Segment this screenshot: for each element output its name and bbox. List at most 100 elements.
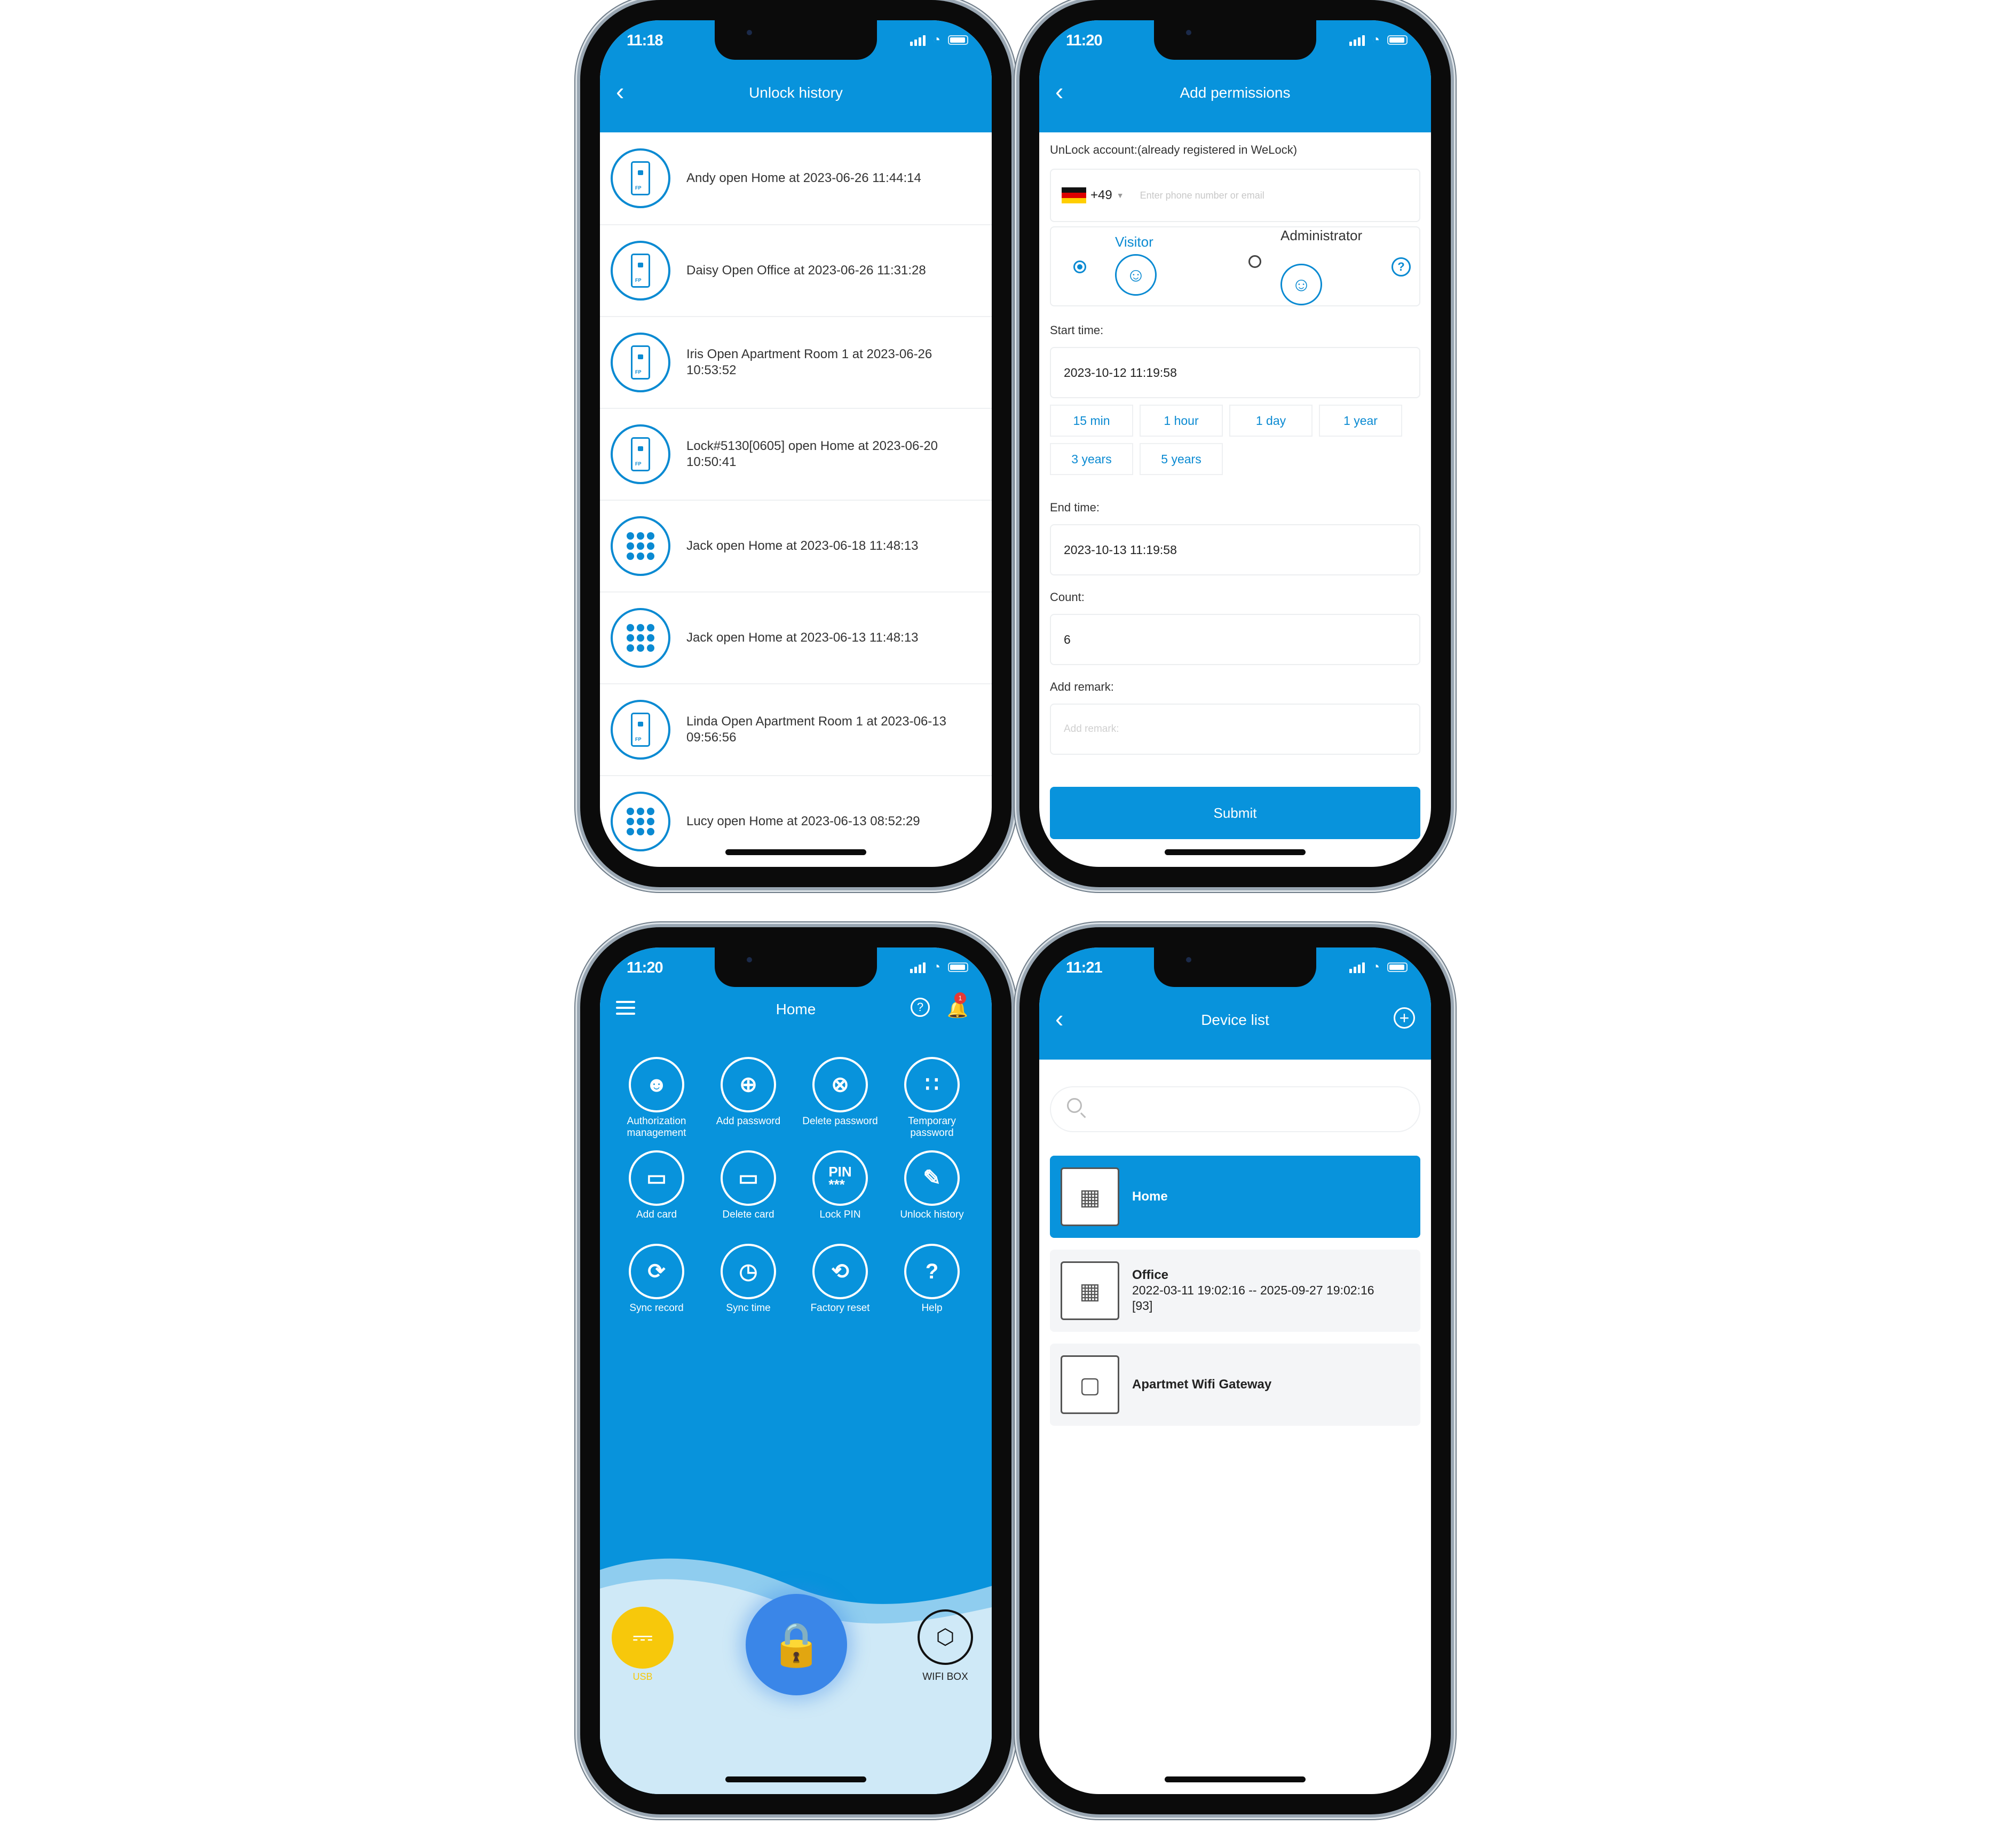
tile-factory-reset[interactable]: ⟲ Factory reset [794, 1244, 886, 1332]
screen-add-permissions: ‹ Add permissions 11:20 ◔ UnLock account… [1039, 20, 1431, 867]
visitor-radio[interactable] [1073, 260, 1086, 273]
tile-temporary-password[interactable]: ∷ Temporary password [886, 1057, 978, 1145]
device-count: [93] [1132, 1299, 1153, 1313]
country-code-select[interactable]: +49 [1090, 188, 1112, 203]
lock-device-image: ▦ [1061, 1167, 1119, 1226]
status-time: 11:21 [1066, 959, 1103, 976]
duration-1year-button[interactable]: 1 year [1319, 405, 1402, 437]
battery-icon [948, 962, 968, 972]
help-icon: ? [904, 1244, 960, 1299]
tile-label: Sync record [629, 1302, 684, 1314]
list-item[interactable]: Lock#5130[0605] open Home at 2023-06-20 … [600, 408, 992, 500]
search-input[interactable] [1050, 1086, 1420, 1132]
home-indicator[interactable] [725, 849, 866, 855]
status-time: 11:20 [627, 959, 663, 976]
help-chat-icon[interactable]: ? [911, 998, 930, 1017]
delete-password-icon: ⊗ [812, 1057, 868, 1112]
phone-add-permissions: ‹ Add permissions 11:20 ◔ UnLock account… [1019, 0, 1451, 887]
add-device-icon[interactable]: + [1394, 1007, 1415, 1029]
add-password-icon: ⊕ [721, 1057, 776, 1112]
admin-user-icon[interactable]: ☺ [1280, 264, 1322, 305]
count-label: Count: [1050, 590, 1085, 604]
usb-button[interactable]: ⎓ [612, 1607, 674, 1669]
wifi-box-icon: ⬡ [936, 1625, 955, 1649]
duration-1hour-button[interactable]: 1 hour [1140, 405, 1223, 437]
list-item[interactable]: Daisy Open Office at 2023-06-26 11:31:28 [600, 224, 992, 316]
history-text: Jack open Home at 2023-06-13 11:48:13 [686, 630, 919, 645]
wifi-box-button[interactable]: ⬡ [918, 1609, 973, 1665]
phone-home: 11:20 ◔ Home ? 🔔 1 ☻ Authorization manage… [580, 927, 1011, 1814]
duration-15min-button[interactable]: 15 min [1050, 405, 1133, 437]
chevron-down-icon[interactable]: ▼ [1117, 191, 1124, 200]
home-indicator[interactable] [1165, 1776, 1306, 1782]
duration-5years-button[interactable]: 5 years [1140, 443, 1223, 475]
germany-flag-icon[interactable] [1062, 187, 1086, 203]
tile-sync-time[interactable]: ◷ Sync time [702, 1244, 794, 1332]
door-fingerprint-icon [611, 333, 670, 392]
device-name: Apartmet Wifi Gateway [1132, 1377, 1272, 1392]
door-fingerprint-icon [611, 241, 670, 301]
duration-3years-button[interactable]: 3 years [1050, 443, 1133, 475]
list-item[interactable]: Andy open Home at 2023-06-26 11:44:14 [600, 132, 992, 224]
door-fingerprint-icon [611, 424, 670, 484]
usb-label: USB [633, 1671, 653, 1682]
tile-unlock-history[interactable]: ✎ Unlock history [886, 1150, 978, 1238]
history-icon: ✎ [904, 1150, 960, 1206]
battery-icon [948, 35, 968, 45]
tile-add-card[interactable]: ▭ Add card [611, 1150, 702, 1238]
lock-key-icon: 🔒 [770, 1621, 823, 1668]
tile-help[interactable]: ? Help [886, 1244, 978, 1332]
device-name: Home [1132, 1189, 1168, 1204]
tile-delete-card[interactable]: ▭ Delete card [702, 1150, 794, 1238]
signal-icon [910, 34, 926, 46]
tile-label: Factory reset [810, 1302, 870, 1314]
search-icon [1067, 1098, 1082, 1113]
tile-authorization-management[interactable]: ☻ Authorization management [611, 1057, 702, 1145]
page-title: Unlock history [749, 84, 843, 101]
end-time-field[interactable]: 2023-10-13 11:19:58 [1050, 524, 1420, 575]
end-time-label: End time: [1050, 501, 1100, 514]
tile-delete-password[interactable]: ⊗ Delete password [794, 1057, 886, 1145]
home-indicator[interactable] [725, 1776, 866, 1782]
usb-plug-icon: ⎓ [632, 1623, 653, 1652]
signal-icon [1349, 961, 1365, 973]
unlock-button[interactable]: 🔒 [746, 1594, 847, 1695]
duration-1day-button[interactable]: 1 day [1229, 405, 1313, 437]
account-input[interactable]: Enter phone number or email [1140, 190, 1264, 201]
wifi-icon: ◔ [1372, 960, 1380, 974]
count-input[interactable]: 6 [1050, 614, 1420, 665]
permissions-form: UnLock account:(already registered in We… [1050, 132, 1420, 839]
help-icon[interactable]: ? [1392, 257, 1411, 277]
list-item[interactable]: Linda Open Apartment Room 1 at 2023-06-1… [600, 683, 992, 775]
remark-label: Add remark: [1050, 680, 1114, 693]
list-item[interactable]: Jack open Home at 2023-06-18 11:48:13 [600, 500, 992, 591]
start-time-field[interactable]: 2023-10-12 11:19:58 [1050, 347, 1420, 398]
sync-icon: ⟳ [629, 1244, 684, 1299]
unlock-history-list: Andy open Home at 2023-06-26 11:44:14 Da… [600, 132, 992, 867]
tile-lock-pin[interactable]: PIN *** Lock PIN [794, 1150, 886, 1238]
home-indicator[interactable] [1165, 849, 1306, 855]
remark-input[interactable]: Add remark: [1050, 704, 1420, 755]
wifi-icon: ◔ [932, 960, 941, 974]
battery-icon [1387, 35, 1408, 45]
notch [715, 947, 877, 987]
tile-add-password[interactable]: ⊕ Add password [702, 1057, 794, 1145]
notch [1154, 20, 1316, 60]
page-title: Home [776, 1001, 816, 1017]
submit-button[interactable]: Submit [1050, 787, 1420, 839]
duration-chips: 15 min 1 hour 1 day 1 year 3 years 5 yea… [1050, 405, 1402, 475]
list-item[interactable]: Iris Open Apartment Room 1 at 2023-06-26… [600, 316, 992, 408]
device-item-office[interactable]: ▦ Office 2022-03-11 19:02:16 -- 2025-09-… [1050, 1250, 1420, 1332]
account-input-row: +49 ▼ Enter phone number or email [1050, 169, 1420, 222]
device-item-gateway[interactable]: ▢ Apartmet Wifi Gateway [1050, 1344, 1420, 1426]
signal-icon [1349, 34, 1365, 46]
status-time: 11:18 [627, 32, 663, 49]
visitor-user-icon[interactable]: ☺ [1115, 254, 1157, 296]
tile-sync-record[interactable]: ⟳ Sync record [611, 1244, 702, 1332]
keypad-icon [611, 792, 670, 851]
administrator-radio[interactable] [1248, 255, 1261, 268]
notch [715, 20, 877, 60]
device-item-home[interactable]: ▦ Home [1050, 1156, 1420, 1238]
history-text: Jack open Home at 2023-06-18 11:48:13 [686, 539, 919, 553]
list-item[interactable]: Jack open Home at 2023-06-13 11:48:13 [600, 591, 992, 683]
